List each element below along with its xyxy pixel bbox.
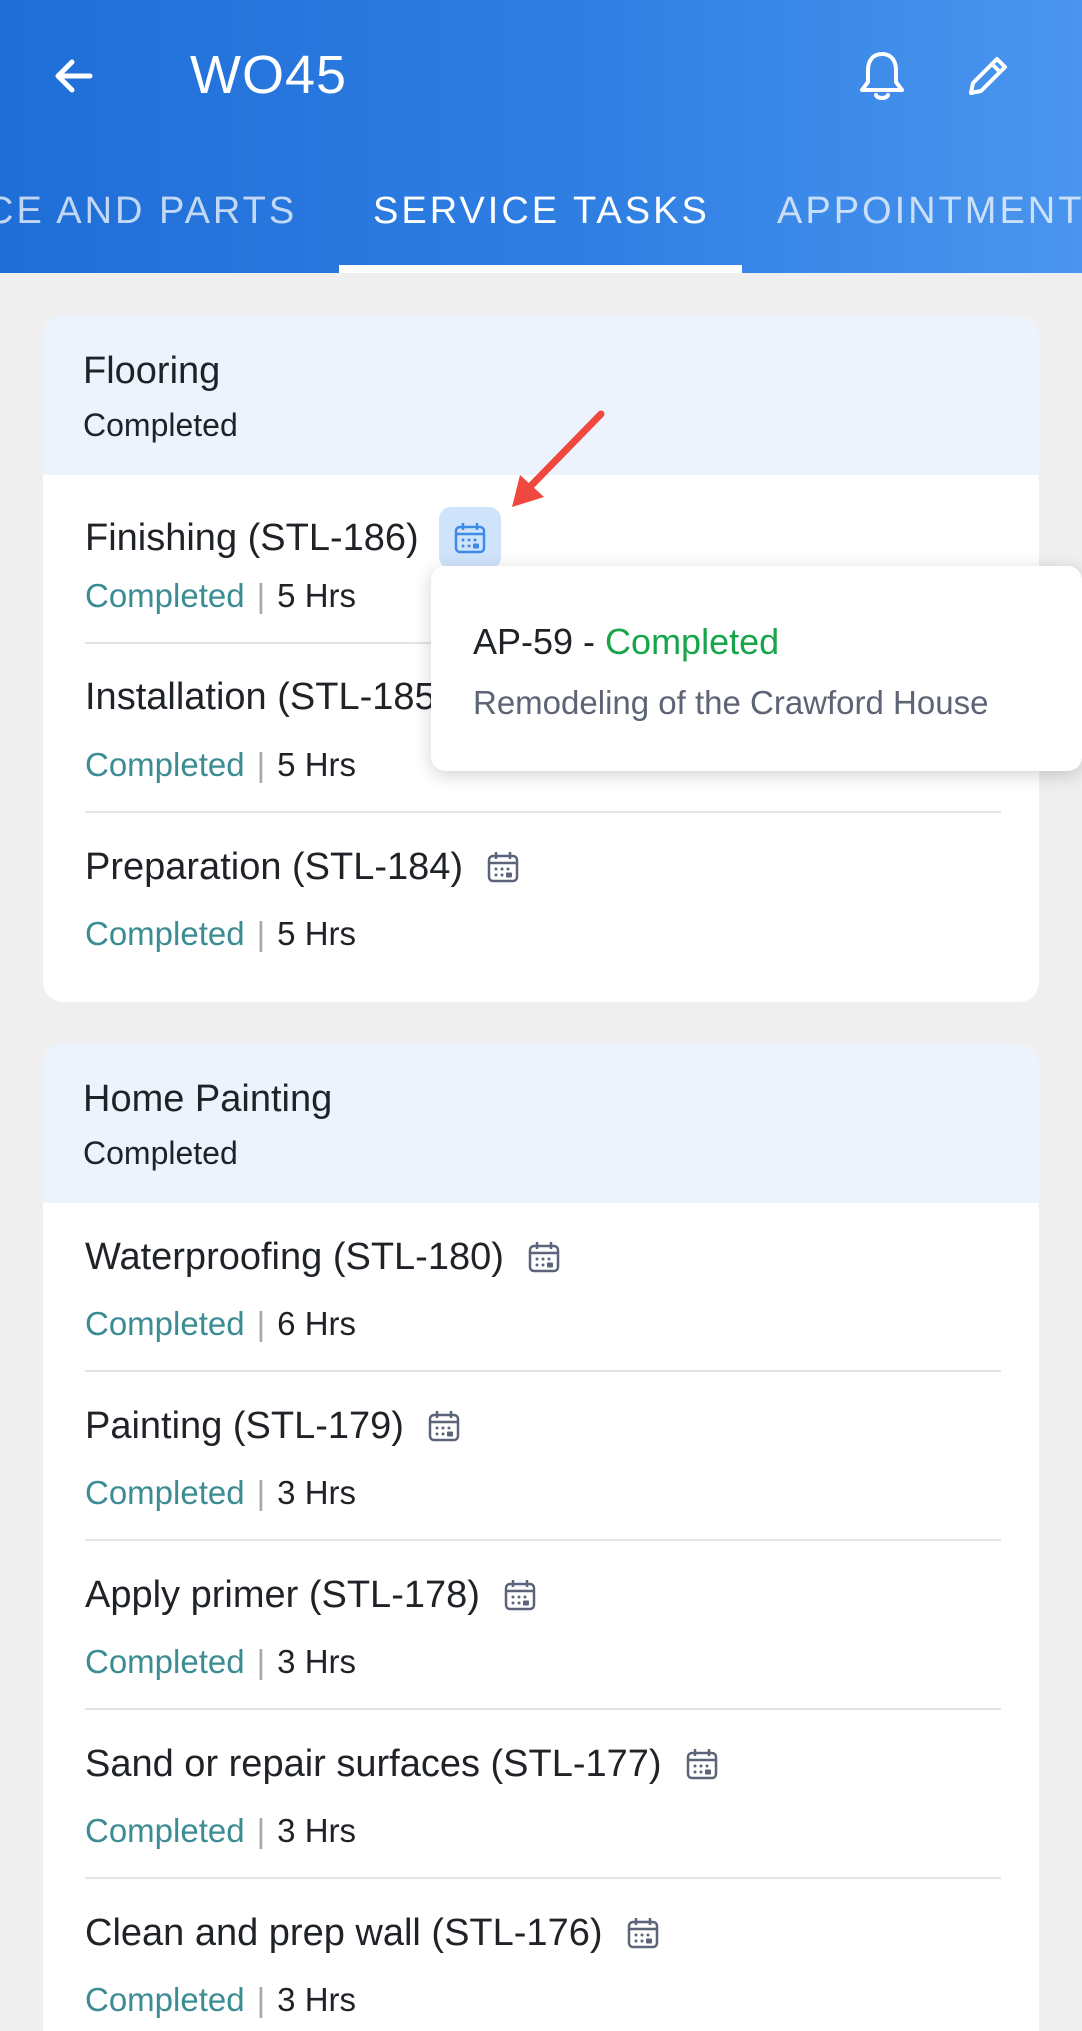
task-row[interactable]: Apply primer (STL-178) Completed | 3 Hrs — [85, 1541, 1001, 1710]
task-status: Completed — [85, 915, 245, 952]
active-tab-indicator — [339, 265, 742, 273]
task-hours: 3 Hrs — [277, 1812, 357, 1849]
app-header: WO45 CE AND PARTS SERVICE TASKS APPOINTM… — [0, 0, 1082, 273]
separator: | — [256, 1981, 266, 2018]
task-row[interactable]: Waterproofing (STL-180) Completed | 6 Hrs — [85, 1203, 1001, 1372]
task-hours: 3 Hrs — [277, 1643, 357, 1680]
task-hours: 3 Hrs — [277, 1474, 357, 1511]
separator: | — [256, 1643, 266, 1680]
appointment-id: AP-59 - — [473, 621, 606, 662]
notifications-button[interactable] — [850, 44, 914, 108]
popover-title: AP-59 - Completed — [473, 621, 779, 663]
separator: | — [256, 746, 266, 783]
group-header[interactable]: Home Painting Completed — [43, 1044, 1039, 1203]
separator: | — [256, 1305, 266, 1342]
task-hours: 5 Hrs — [277, 915, 357, 952]
appointment-popover[interactable]: AP-59 - Completed Remodeling of the Craw… — [431, 566, 1082, 771]
task-name: Preparation (STL-184) — [85, 845, 464, 888]
annotation-arrow-icon — [512, 410, 605, 507]
appointment-description: Remodeling of the Crawford House — [473, 684, 989, 721]
task-row[interactable]: Clean and prep wall (STL-176) Completed |… — [85, 1879, 1001, 2031]
appointment-status: Completed — [605, 621, 780, 662]
appointment-calendar-icon[interactable] — [438, 507, 501, 569]
task-hours: 5 Hrs — [277, 577, 357, 614]
task-status: Completed — [85, 577, 245, 614]
tab-service-and-parts[interactable]: CE AND PARTS — [0, 190, 297, 233]
tab-service-tasks[interactable]: SERVICE TASKS — [373, 190, 710, 233]
pencil-icon — [969, 57, 1007, 95]
task-name: Sand or repair surfaces (STL-177) — [85, 1742, 662, 1785]
task-row[interactable]: Preparation (STL-184) Completed | 5 Hrs — [85, 813, 1001, 982]
page-title: WO45 — [190, 45, 348, 105]
separator: | — [256, 915, 266, 952]
task-name: Clean and prep wall (STL-176) — [85, 1911, 603, 1954]
separator: | — [256, 1812, 266, 1849]
back-button[interactable] — [44, 46, 104, 106]
edit-button[interactable] — [956, 44, 1020, 108]
bell-icon — [860, 52, 904, 100]
separator: | — [256, 577, 266, 614]
task-name: Waterproofing (STL-180) — [85, 1235, 504, 1278]
arrow-left-icon — [55, 59, 93, 93]
group-name: Flooring — [83, 350, 221, 392]
task-name: Painting (STL-179) — [85, 1404, 404, 1447]
task-status: Completed — [85, 1812, 245, 1849]
calendar-icon[interactable] — [621, 1911, 665, 1955]
task-row[interactable]: Painting (STL-179) Completed | 3 Hrs — [85, 1372, 1001, 1541]
calendar-icon[interactable] — [680, 1742, 724, 1786]
task-name: Installation (STL-185) — [85, 676, 449, 718]
calendar-icon[interactable] — [422, 1404, 466, 1448]
task-name: Finishing (STL-186) — [85, 516, 419, 559]
task-status: Completed — [85, 1981, 245, 2018]
task-hours: 6 Hrs — [277, 1305, 357, 1342]
calendar-icon[interactable] — [498, 1573, 542, 1617]
separator: | — [256, 1474, 266, 1511]
task-hours: 3 Hrs — [277, 1981, 357, 2018]
task-status: Completed — [85, 1474, 245, 1511]
task-status: Completed — [85, 1643, 245, 1680]
task-row[interactable]: Sand or repair surfaces (STL-177) Comple… — [85, 1710, 1001, 1879]
group-status: Completed — [83, 1135, 238, 1171]
tab-appointments[interactable]: APPOINTMENTS — [777, 190, 1082, 233]
task-group-card: Home Painting Completed Waterproofing (S… — [43, 1044, 1039, 2031]
task-name: Apply primer (STL-178) — [85, 1573, 480, 1616]
calendar-icon[interactable] — [522, 1235, 566, 1279]
calendar-icon[interactable] — [481, 845, 525, 889]
task-hours: 5 Hrs — [277, 746, 357, 783]
task-status: Completed — [85, 1305, 245, 1342]
group-name: Home Painting — [83, 1078, 333, 1120]
task-status: Completed — [85, 746, 245, 783]
